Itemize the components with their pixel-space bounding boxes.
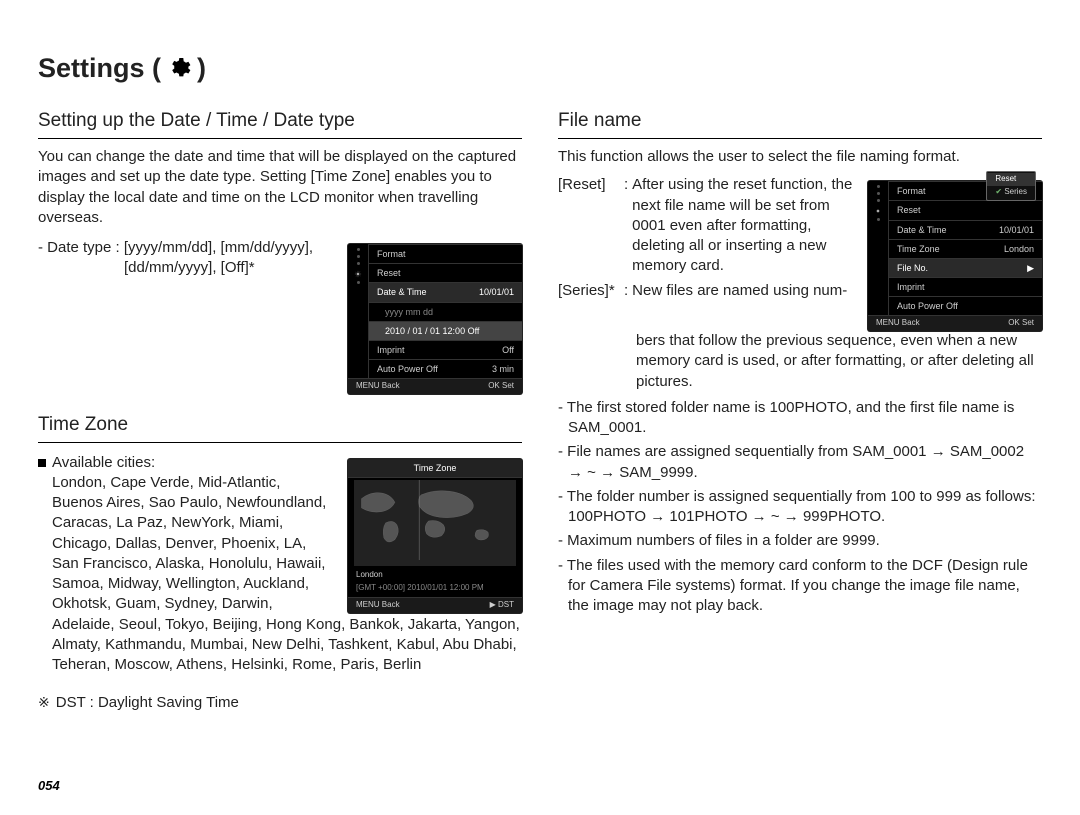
chevron-right-icon: ▶ [1027,262,1034,274]
heading-file-name: File name [558,108,1042,139]
reset-option-body-top: After using the reset function, the next… [632,175,854,276]
left-column: Setting up the Date / Time / Date type Y… [38,108,522,721]
reset-series-block: [Reset]: After using the reset function,… [558,175,1042,331]
series-option-body-wrap: bers that follow the previous sequence, … [558,331,1042,392]
file-name-bullets: - The first stored folder name is 100PHO… [558,398,1042,617]
popup-options: Reset Series [986,171,1036,201]
menu-list: Format Reset Date & Time10/01/01 Time Zo… [889,181,1042,315]
lcd-screenshot-date-time: Format Reset Date & Time10/01/01 yyyy mm… [348,244,522,394]
bullet-item: - The first stored folder name is 100PHO… [558,398,1042,439]
date-type-line1: - Date type : [yyyy/mm/dd], [mm/dd/yyyy]… [38,238,334,258]
menu-side-icons [868,181,889,315]
manual-page: Settings ( ) Setting up the Date / Time … [0,0,1080,815]
gear-icon [874,206,882,214]
bullet-item: - The files used with the memory card co… [558,556,1042,617]
two-column-layout: Setting up the Date / Time / Date type Y… [38,108,1042,721]
world-map-icon [354,480,516,566]
date-type-line2: [dd/mm/yyyy], [Off]* [38,258,334,278]
available-cities-label: Available cities: [38,453,334,473]
gear-icon [167,56,191,80]
timezone-title: Time Zone [348,459,522,478]
date-type-text: - Date type : [yyyy/mm/dd], [mm/dd/yyyy]… [38,238,334,279]
options-text: [Reset]: After using the reset function,… [558,175,854,301]
title-suffix: ) [197,50,206,86]
popup-option-reset: Reset [987,173,1035,186]
heading-time-zone: Time Zone [38,412,522,443]
page-number: 054 [38,777,60,795]
tz-city: London [356,570,383,581]
right-column: File name This function allows the user … [558,108,1042,721]
gear-icon [354,269,362,277]
square-bullet-icon [38,459,46,467]
date-time-intro: You can change the date and time that wi… [38,147,522,228]
cities-block: Available cities: London, Cape Verde, Mi… [38,453,334,615]
series-option-body-top: New files are named using num- [632,281,854,301]
lcd-screenshot-time-zone: Time Zone London [GMT +00:00] [348,459,522,614]
file-name-intro: This function allows the user to select … [558,147,1042,167]
popup-option-series: Series [987,186,1035,199]
cities-list-partial: London, Cape Verde, Mid-Atlantic, Buenos… [38,473,334,615]
bullet-item: - File names are assigned sequentially f… [558,442,1042,483]
heading-date-time: Setting up the Date / Time / Date type [38,108,522,139]
lcd-screenshot-file-no: Format Reset Date & Time10/01/01 Time Zo… [868,181,1042,331]
bullet-item: - Maximum numbers of files in a folder a… [558,531,1042,551]
menu-side-icons [348,244,369,378]
page-title: Settings ( ) [38,50,1042,86]
dst-note: ※DST : Daylight Saving Time [38,693,522,713]
tz-gmt: [GMT +00:00] 2010/01/01 12:00 PM [356,583,484,594]
series-option-label: [Series]* [558,281,620,301]
title-prefix: Settings ( [38,50,161,86]
bullet-item: - The folder number is assigned sequenti… [558,487,1042,528]
timezone-block: Available cities: London, Cape Verde, Mi… [38,453,522,615]
date-type-and-screenshot: - Date type : [yyyy/mm/dd], [mm/dd/yyyy]… [38,238,522,394]
menu-list: Format Reset Date & Time10/01/01 yyyy mm… [369,244,522,378]
cities-list-continued: Adelaide, Seoul, Tokyo, Beijing, Hong Ko… [38,615,522,676]
reference-mark-icon: ※ [38,693,50,712]
reset-option-label: [Reset] [558,175,620,276]
